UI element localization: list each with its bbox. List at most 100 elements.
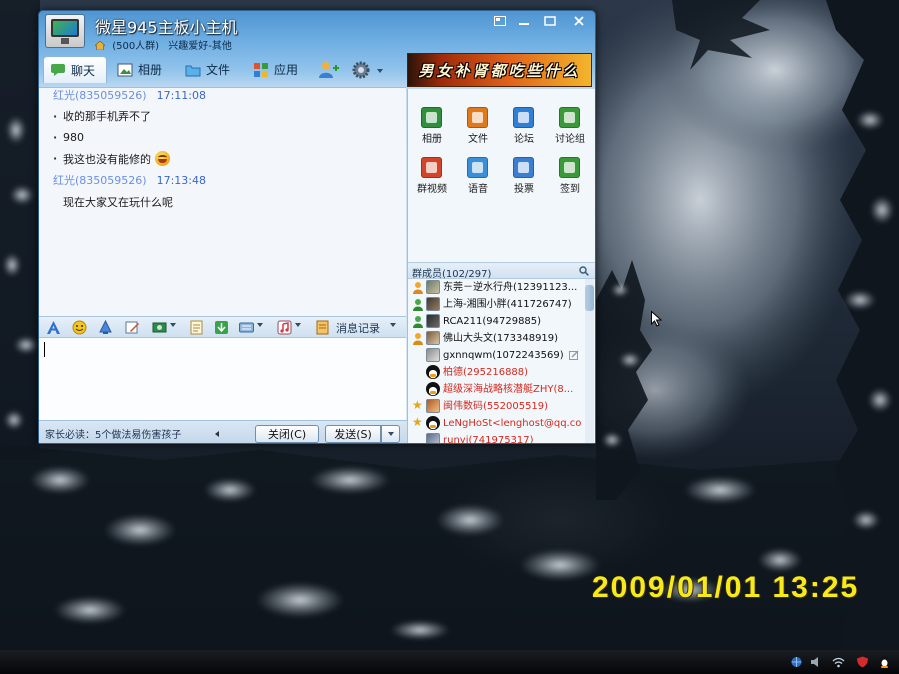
member-avatar: [426, 433, 440, 443]
member-row[interactable]: 东莞－逆水行舟(12391123...: [408, 279, 584, 296]
keyboard-button[interactable]: [239, 320, 254, 335]
group-avatar[interactable]: [45, 14, 85, 48]
emoticon-button[interactable]: [72, 320, 87, 335]
add-member-button[interactable]: [318, 61, 340, 79]
tab-files[interactable]: 文件: [179, 56, 237, 83]
app-group-video[interactable]: 群视频: [409, 157, 455, 197]
scroll-arrow-icon[interactable]: [215, 431, 219, 437]
send-options-button[interactable]: [381, 425, 400, 443]
app-voice[interactable]: 语音: [455, 157, 501, 197]
chat-icon: [51, 64, 65, 76]
member-avatar: [426, 331, 440, 345]
group-chat-window[interactable]: 微星945主板小主机 (500人群) 兴趣爱好-其他 聊天 相册 文件 应用 男…: [38, 10, 596, 444]
maximize-icon: [544, 16, 556, 26]
member-list[interactable]: 东莞－逆水行舟(12391123... 上海-湘围小胖(411726747) R…: [408, 279, 595, 443]
scrollbar-thumb[interactable]: [585, 285, 594, 311]
text-caret: [44, 342, 45, 357]
member-name: 东莞－逆水行舟(12391123...: [443, 282, 578, 293]
message-time: 17:13:48: [156, 174, 206, 187]
app-vote[interactable]: 投票: [501, 157, 547, 197]
tab-apps[interactable]: 应用: [247, 56, 305, 83]
network-globe-icon[interactable]: [790, 656, 803, 668]
message-header: 红光(835059526) 17:11:08: [53, 88, 206, 104]
admin-badge-icon: [413, 299, 423, 311]
qq-tray-icon[interactable]: [878, 656, 891, 668]
tab-chat[interactable]: 聊天: [43, 56, 107, 83]
font-button[interactable]: [46, 320, 61, 335]
emoticon-icon: [72, 320, 87, 335]
member-row[interactable]: 上海-湘围小胖(411726747): [408, 296, 584, 313]
send-button[interactable]: 发送(S): [325, 425, 381, 443]
wifi-icon[interactable]: [832, 656, 845, 668]
discussion-icon: [559, 107, 580, 128]
member-name: LeNgHoSt<lenghost@qq.com>: [443, 418, 582, 429]
screenshot-button[interactable]: [152, 320, 167, 335]
close-button[interactable]: [567, 13, 591, 29]
chevron-down-icon[interactable]: [295, 323, 301, 327]
member-row[interactable]: 柏德(295216888): [408, 364, 584, 381]
tab-album[interactable]: 相册: [111, 56, 169, 83]
chat-history[interactable]: 红光(835059526) 17:11:08 收的那手机弄不了 980 我这也没有…: [39, 87, 406, 316]
chevron-down-icon[interactable]: [257, 323, 263, 327]
app-check-in[interactable]: 签到: [547, 157, 593, 197]
doodle-button[interactable]: [125, 320, 140, 335]
app-files[interactable]: 文件: [455, 107, 501, 147]
settings-menu-button[interactable]: [351, 61, 387, 79]
maximize-button[interactable]: [539, 13, 561, 29]
send-image-button[interactable]: [214, 320, 229, 335]
app-label: 签到: [560, 184, 580, 195]
voice-icon: [467, 157, 488, 178]
taskbar: [0, 650, 899, 674]
edit-card-icon[interactable]: [569, 350, 579, 360]
home-icon[interactable]: [95, 41, 105, 50]
search-icon[interactable]: [579, 266, 589, 276]
message-text: 现在大家又在玩什么呢: [63, 196, 173, 209]
image-icon: [215, 321, 228, 334]
member-row[interactable]: 佛山大头文(173348919): [408, 330, 584, 347]
skin-button[interactable]: [489, 13, 511, 29]
album-icon: [421, 107, 442, 128]
footer-notice-link[interactable]: 家长必读：5个做法易伤害孩子: [45, 426, 181, 441]
member-avatar: [426, 399, 440, 413]
tab-label: 相册: [138, 63, 163, 77]
security-shield-icon[interactable]: [856, 656, 869, 668]
history-button[interactable]: [315, 320, 330, 335]
message-history-label[interactable]: 消息记录: [336, 320, 380, 336]
member-row[interactable]: gxnnqwm(1072243569): [408, 347, 584, 364]
app-discussion[interactable]: 讨论组: [547, 107, 593, 147]
minimize-button[interactable]: [513, 13, 535, 29]
chevron-down-icon[interactable]: [390, 323, 396, 327]
tab-label: 文件: [206, 63, 231, 77]
chevron-down-icon: [377, 69, 383, 73]
file-icon: [467, 107, 488, 128]
ad-banner[interactable]: 男女补肾都吃些什么: [407, 53, 592, 87]
member-name: gxnnqwm(1072243569): [443, 350, 564, 361]
member-row[interactable]: runyi(741975317): [408, 432, 584, 443]
app-forum[interactable]: 论坛: [501, 107, 547, 147]
camera-timestamp: 2009/01/01 13:25: [592, 571, 860, 604]
member-row[interactable]: ★ LeNgHoSt<lenghost@qq.com>: [408, 415, 584, 432]
member-row[interactable]: RCA211(94729885): [408, 313, 584, 330]
message-input[interactable]: [39, 338, 406, 420]
app-album[interactable]: 相册: [409, 107, 455, 147]
music-button[interactable]: [277, 320, 292, 335]
tab-label: 聊天: [71, 63, 96, 78]
admin-badge-icon: [413, 316, 423, 328]
member-row[interactable]: 超级深海战略核潜艇ZHY(8...: [408, 381, 584, 398]
message-sender[interactable]: 红光(835059526): [53, 174, 147, 187]
member-name: 闽伟数码(552005519): [443, 401, 549, 412]
send-document-button[interactable]: [189, 320, 204, 335]
members-count-label: 群成员(102/297): [412, 269, 492, 280]
penguin-avatar-icon: [426, 416, 440, 430]
close-chat-button[interactable]: 关闭(C): [255, 425, 319, 443]
volume-icon[interactable]: [810, 656, 823, 668]
member-row[interactable]: ★ 闽伟数码(552005519): [408, 398, 584, 415]
chevron-down-icon[interactable]: [170, 323, 176, 327]
shake-button[interactable]: [98, 320, 113, 335]
group-category[interactable]: 兴趣爱好-其他: [168, 41, 232, 52]
monitor-stand: [61, 38, 69, 44]
window-title[interactable]: 微星945主板小主机: [95, 14, 238, 38]
star-badge-icon: ★: [412, 415, 423, 429]
message-sender[interactable]: 红光(835059526): [53, 89, 147, 102]
member-list-scrollbar[interactable]: [585, 279, 594, 443]
